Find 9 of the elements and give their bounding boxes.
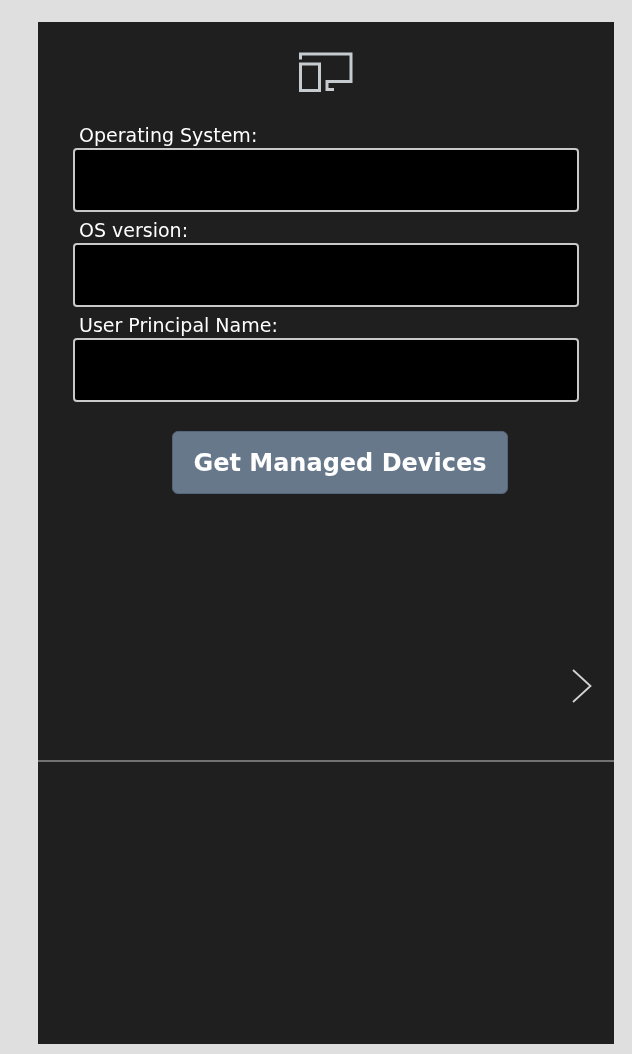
- field-label: Operating System:: [79, 123, 258, 148]
- field-label: User Principal Name:: [79, 313, 278, 338]
- input-field[interactable]: [73, 148, 579, 212]
- input-field[interactable]: [73, 338, 579, 402]
- devices-icon: [299, 52, 353, 92]
- chevron-right-icon[interactable]: [572, 669, 592, 703]
- get-devices-button[interactable]: Get Managed Devices: [172, 431, 508, 494]
- input-field[interactable]: [73, 243, 579, 307]
- field-label: OS version:: [79, 218, 189, 243]
